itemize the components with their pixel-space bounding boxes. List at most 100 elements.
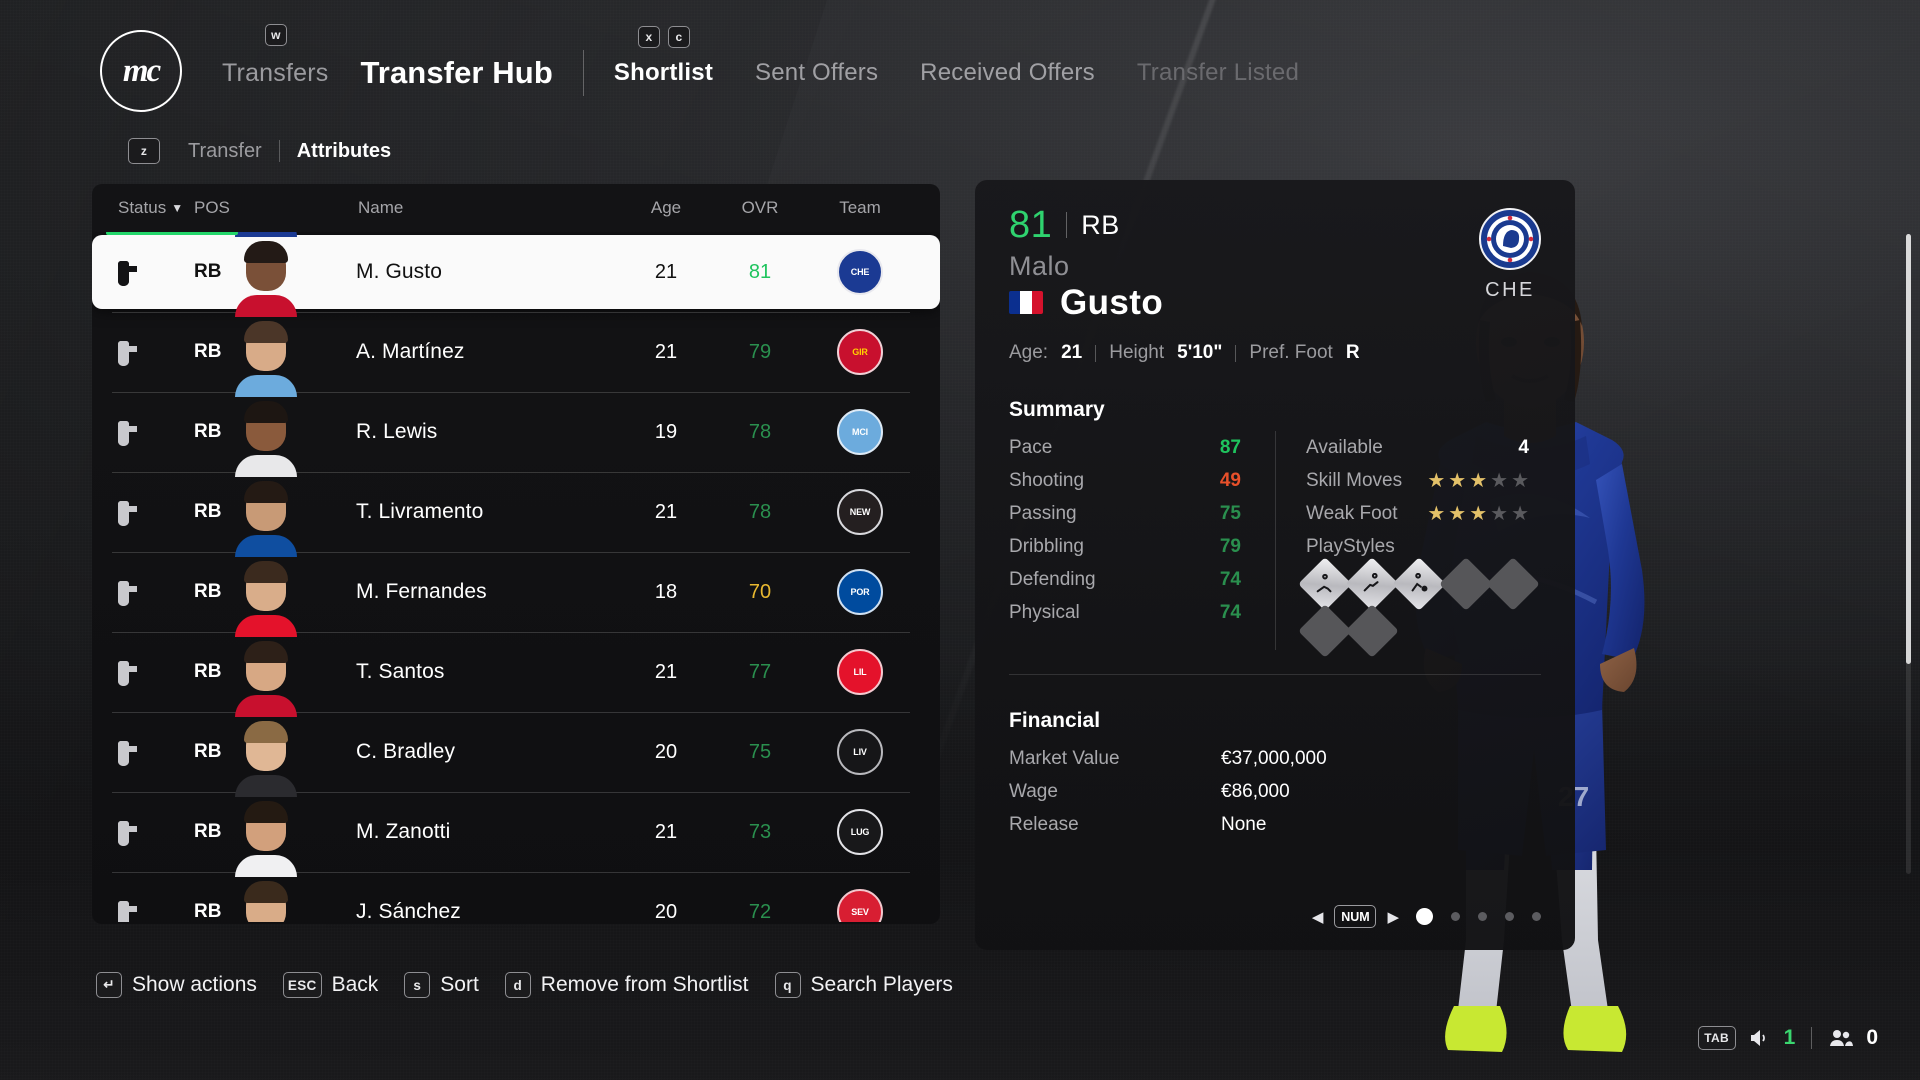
pager-dot[interactable] xyxy=(1505,912,1514,921)
status-binoculars-icon xyxy=(118,738,194,766)
row-age: 20 xyxy=(654,740,678,763)
detail-position: RB xyxy=(1081,209,1120,240)
column-header-ovr[interactable]: OVR xyxy=(714,198,806,218)
action-hint-key: ↵ xyxy=(96,972,122,998)
playstyle-slide-tackle-icon xyxy=(1298,557,1352,611)
star-icon: ★ xyxy=(1511,502,1529,525)
star-icon: ★ xyxy=(1490,502,1509,525)
row-age: 21 xyxy=(654,340,678,363)
table-row[interactable]: RB J. Sánchez 20 72 SEV xyxy=(92,855,940,922)
table-row[interactable]: RB R. Lewis 19 78 MCI xyxy=(92,375,940,472)
status-binoculars-icon xyxy=(118,418,194,446)
key-hint-c: c xyxy=(668,26,690,48)
star-icon: ★ xyxy=(1448,502,1467,525)
pager-dot[interactable] xyxy=(1451,912,1460,921)
action-hint[interactable]: ESC Back xyxy=(282,972,378,998)
column-header-name[interactable]: Name xyxy=(266,198,618,218)
action-hint[interactable]: d Remove from Shortlist xyxy=(504,972,749,998)
detail-club-name: CHE xyxy=(1485,279,1535,301)
player-rows: RB M. Gusto 21 81 CHE RB A. Martínez 21 79 GIR RB R… xyxy=(92,232,940,922)
row-ovr: 73 xyxy=(748,820,772,843)
table-row[interactable]: RB M. Gusto 21 81 CHE xyxy=(92,232,940,309)
column-header-status[interactable]: Status ▼ xyxy=(118,198,194,218)
sort-caret-icon[interactable]: ▼ xyxy=(171,201,183,215)
row-team-badge: NEW xyxy=(806,489,914,535)
row-player-name: A. Martínez xyxy=(356,340,465,363)
column-header-pos[interactable]: POS xyxy=(194,198,266,218)
volume-value: 1 xyxy=(1783,1026,1796,1049)
pager-dot[interactable] xyxy=(1532,912,1541,921)
row-team-badge: POR xyxy=(806,569,914,615)
table-row[interactable]: RB M. Zanotti 21 73 LUG xyxy=(92,775,940,872)
chevron-left-icon[interactable]: ◀ xyxy=(1312,908,1324,926)
action-hint[interactable]: s Sort xyxy=(404,972,479,998)
summary-stat-label: Defending xyxy=(1009,568,1096,590)
row-team-code: LUG xyxy=(850,826,870,837)
star-icon: ★ xyxy=(1427,469,1446,492)
table-row[interactable]: RB A. Martínez 21 79 GIR xyxy=(92,295,940,392)
table-row[interactable]: RB C. Bradley 20 75 LIV xyxy=(92,695,940,792)
list-scrollbar[interactable] xyxy=(1906,234,1911,874)
detail-first-name: Malo xyxy=(1009,251,1070,281)
subnav-item-transfer[interactable]: Transfer xyxy=(188,140,262,163)
row-ovr: 78 xyxy=(748,420,772,443)
player-detail-panel: 81 RB Malo Gusto Age: 21 Height 5'10" Pr… xyxy=(975,180,1575,950)
row-ovr: 77 xyxy=(748,660,772,683)
action-hint-label: Sort xyxy=(440,973,479,996)
row-ovr: 81 xyxy=(748,260,772,283)
tab-received-offers[interactable]: Received Offers xyxy=(920,59,1095,87)
sub-navigation: z Transfer Attributes xyxy=(128,138,391,164)
pager-dot[interactable] xyxy=(1416,908,1433,925)
bio-age-value: 21 xyxy=(1061,342,1083,363)
detail-pager[interactable]: ◀ NUM ▶ xyxy=(1312,905,1541,928)
status-binoculars-icon xyxy=(118,898,194,922)
summary-attributes-column: Pace 87 Shooting 49 Passing 75 Dribbling 79 Defe… xyxy=(1009,431,1275,650)
column-header-status-label: Status xyxy=(118,198,167,217)
row-age: 21 xyxy=(654,500,678,523)
pager-dot[interactable] xyxy=(1478,912,1487,921)
france-flag-icon xyxy=(1009,291,1043,314)
available-label: Available xyxy=(1306,436,1383,458)
weak-foot-stars: ★ ★ ★ ★ ★ xyxy=(1427,504,1529,524)
row-player-name: M. Fernandes xyxy=(356,580,487,603)
row-team-code: POR xyxy=(850,586,870,597)
table-row[interactable]: RB M. Fernandes 18 70 POR xyxy=(92,535,940,632)
table-row[interactable]: RB T. Santos 21 77 LIL xyxy=(92,615,940,712)
tab-sent-offers[interactable]: Sent Offers xyxy=(755,59,878,87)
financial-row: Wage €86,000 xyxy=(1009,775,1541,808)
row-ovr: 70 xyxy=(748,580,772,603)
summary-stat-value: 49 xyxy=(1219,469,1241,491)
detail-name-row: Gusto xyxy=(1009,285,1360,320)
skill-moves-stars: ★ ★ ★ ★ ★ xyxy=(1427,471,1529,491)
row-player-name: C. Bradley xyxy=(356,740,456,763)
status-divider xyxy=(1811,1027,1813,1049)
subnav-item-attributes[interactable]: Attributes xyxy=(297,140,391,163)
detail-rating-row: 81 RB xyxy=(1009,206,1360,244)
row-player-name: M. Gusto xyxy=(356,260,442,283)
nav-divider xyxy=(582,50,584,96)
primary-navigation: Transfers Transfer Hub Shortlist Sent Of… xyxy=(222,50,1299,96)
column-header-age[interactable]: Age xyxy=(618,198,714,218)
table-row[interactable]: RB T. Livramento 21 78 NEW xyxy=(92,455,940,552)
detail-last-name: Gusto xyxy=(1060,283,1164,322)
summary-title: Summary xyxy=(1009,398,1105,421)
action-hint[interactable]: ↵ Show actions xyxy=(96,972,257,998)
column-header-team[interactable]: Team xyxy=(806,198,914,218)
star-icon: ★ xyxy=(1469,469,1488,492)
summary-stat-value: 75 xyxy=(1219,502,1241,524)
summary-meta-column: Available 4 Skill Moves ★ ★ ★ ★ ★ Weak Foot … xyxy=(1275,431,1541,658)
skill-moves-label: Skill Moves xyxy=(1306,469,1403,491)
available-row: Available 4 xyxy=(1306,431,1541,464)
row-ovr: 75 xyxy=(748,740,772,763)
row-player-name: R. Lewis xyxy=(356,420,438,443)
chevron-right-icon[interactable]: ▶ xyxy=(1387,908,1399,926)
breadcrumb[interactable]: Transfers xyxy=(222,59,328,88)
playstyle-block-icon xyxy=(1345,557,1399,611)
list-scrollbar-thumb[interactable] xyxy=(1906,234,1911,664)
action-hint[interactable]: q Search Players xyxy=(774,972,953,998)
row-team-code: NEW xyxy=(849,506,871,517)
tab-transfer-listed: Transfer Listed xyxy=(1136,59,1299,86)
playstyle-empty-icon xyxy=(1486,557,1540,611)
detail-overall-rating: 81 xyxy=(1009,204,1053,246)
tab-shortlist[interactable]: Shortlist xyxy=(614,59,713,87)
